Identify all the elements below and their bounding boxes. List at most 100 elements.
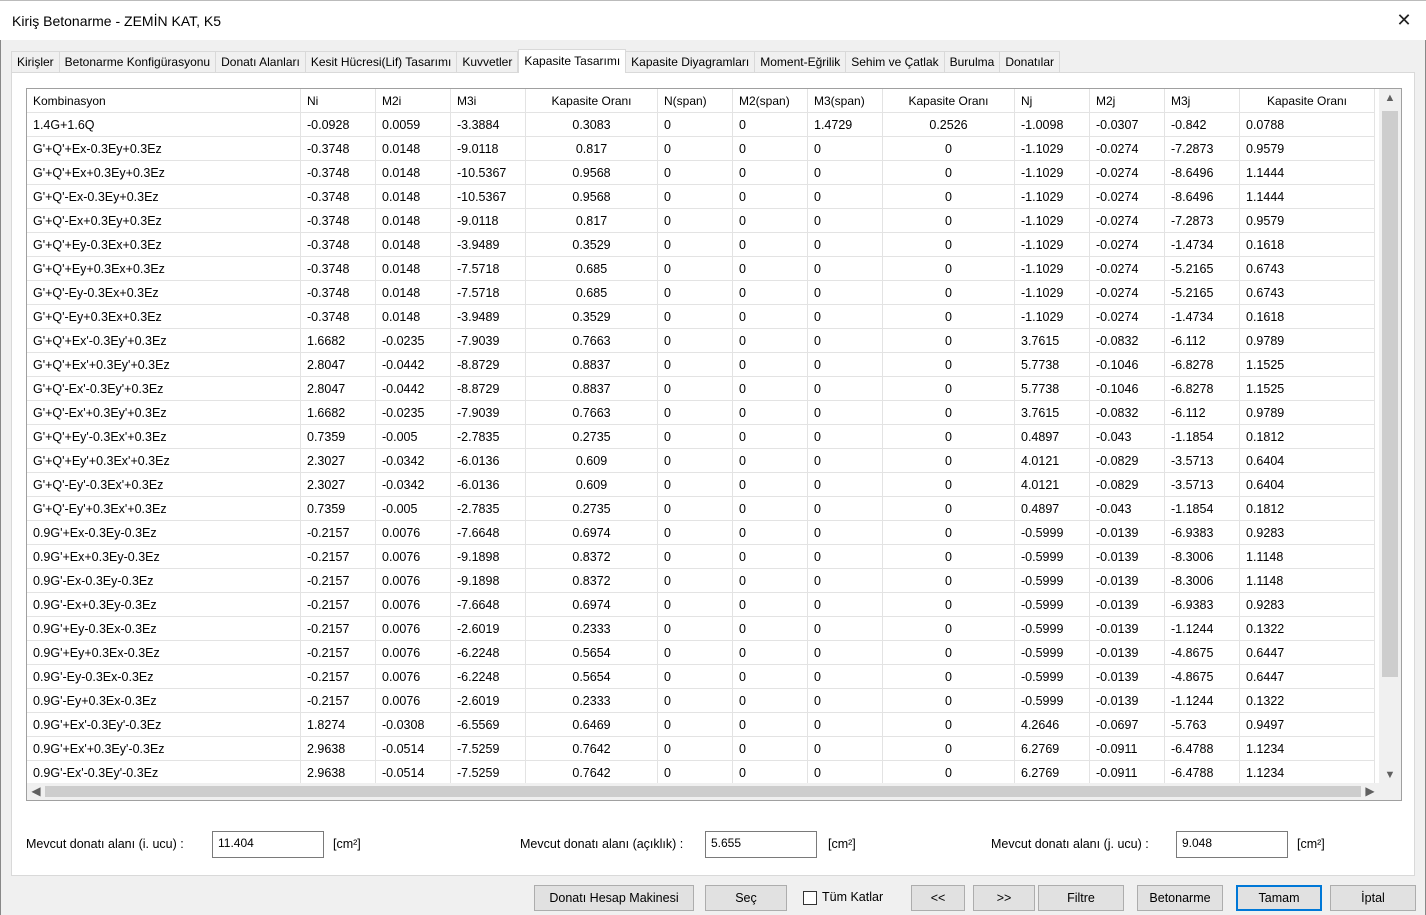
table-cell: 0 xyxy=(658,473,733,497)
tab-2[interactable]: Donatı Alanları xyxy=(216,51,306,73)
table-row[interactable]: 0.9G'-Ey+0.3Ex-0.3Ez -0.2157 0.0076 -2.6019… xyxy=(27,689,1379,713)
table-row[interactable]: 1.4G+1.6Q -0.0928 0.0059 -3.3884 0.3083 0 0 1.4… xyxy=(27,113,1379,137)
table-row[interactable]: G'+Q'+Ex'+0.3Ey'+0.3Ez 2.8047 -0.0442 -8.87… xyxy=(27,353,1379,377)
table-cell: -0.5999 xyxy=(1015,641,1090,665)
tab-8[interactable]: Sehim ve Çatlak xyxy=(846,51,945,73)
previous-button[interactable]: << xyxy=(911,885,965,911)
table-cell: 0 xyxy=(733,737,808,761)
table-cell: 0 xyxy=(658,377,733,401)
table-cell: -6.112 xyxy=(1165,329,1240,353)
vertical-scrollbar[interactable]: ▲ ▼ xyxy=(1379,89,1401,784)
table-cell: -0.0139 xyxy=(1090,521,1165,545)
table-row[interactable]: G'+Q'+Ex'-0.3Ey'+0.3Ez 1.6682 -0.0235 -7.90… xyxy=(27,329,1379,353)
table-row[interactable]: 0.9G'+Ex'+0.3Ey'-0.3Ez 2.9638 -0.0514 -7.52… xyxy=(27,737,1379,761)
tab-4[interactable]: Kuvvetler xyxy=(457,51,519,73)
scroll-right-icon[interactable]: ▶ xyxy=(1361,783,1379,800)
table-cell: -0.1046 xyxy=(1090,377,1165,401)
table-cell: -0.0139 xyxy=(1090,545,1165,569)
table-row[interactable]: G'+Q'+Ey-0.3Ex+0.3Ez -0.3748 0.0148 -3.9489… xyxy=(27,233,1379,257)
table-row[interactable]: G'+Q'+Ex-0.3Ey+0.3Ez -0.3748 0.0148 -9.0118… xyxy=(27,137,1379,161)
table-row[interactable]: 0.9G'-Ex'-0.3Ey'-0.3Ez 2.9638 -0.0514 -7.52… xyxy=(27,761,1379,784)
scroll-up-icon[interactable]: ▲ xyxy=(1379,89,1401,107)
table-cell: 0 xyxy=(733,233,808,257)
table-cell: 5.7738 xyxy=(1015,353,1090,377)
table-cell: 0.9G'-Ey+0.3Ex-0.3Ez xyxy=(27,689,301,713)
table-cell: -8.3006 xyxy=(1165,569,1240,593)
table-row[interactable]: 0.9G'+Ey-0.3Ex-0.3Ez -0.2157 0.0076 -2.6019… xyxy=(27,617,1379,641)
ok-button[interactable]: Tamam xyxy=(1236,885,1322,911)
horizontal-scrollbar[interactable]: ◀ ▶ xyxy=(27,783,1379,800)
tab-10[interactable]: Donatılar xyxy=(1000,51,1061,73)
table-cell: 0 xyxy=(733,329,808,353)
table-cell: -0.5999 xyxy=(1015,665,1090,689)
next-button[interactable]: >> xyxy=(973,885,1035,911)
table-cell: -3.9489 xyxy=(451,233,526,257)
table-row[interactable]: G'+Q'-Ex+0.3Ey+0.3Ez -0.3748 0.0148 -9.0118… xyxy=(27,209,1379,233)
table-cell: -7.2873 xyxy=(1165,209,1240,233)
table-row[interactable]: 0.9G'+Ex+0.3Ey-0.3Ez -0.2157 0.0076 -9.1898… xyxy=(27,545,1379,569)
table-cell: 0.9789 xyxy=(1240,401,1375,425)
scroll-left-icon[interactable]: ◀ xyxy=(27,783,45,800)
table-cell: -1.1029 xyxy=(1015,305,1090,329)
table-cell: -0.043 xyxy=(1090,425,1165,449)
table-cell: -4.8675 xyxy=(1165,665,1240,689)
tab-5[interactable]: Kapasite Tasarımı xyxy=(518,49,627,73)
table-cell: 0.0788 xyxy=(1240,113,1375,137)
table-row[interactable]: 0.9G'+Ey+0.3Ex-0.3Ez -0.2157 0.0076 -6.2248… xyxy=(27,641,1379,665)
table-row[interactable]: G'+Q'+Ey'-0.3Ex'+0.3Ez 0.7359 -0.005 -2.783… xyxy=(27,425,1379,449)
table-cell: 0 xyxy=(883,281,1015,305)
table-cell: -0.0307 xyxy=(1090,113,1165,137)
tab-0[interactable]: Kirişler xyxy=(11,51,60,73)
tab-3[interactable]: Kesit Hücresi(Lif) Tasarımı xyxy=(305,51,458,73)
table-row[interactable]: G'+Q'-Ex-0.3Ey+0.3Ez -0.3748 0.0148 -10.536… xyxy=(27,185,1379,209)
table-cell: 0.8372 xyxy=(526,569,658,593)
table-row[interactable]: G'+Q'-Ey'-0.3Ex'+0.3Ez 2.3027 -0.0342 -6.01… xyxy=(27,473,1379,497)
table-row[interactable]: G'+Q'-Ey'+0.3Ex'+0.3Ez 0.7359 -0.005 -2.783… xyxy=(27,497,1379,521)
select-button[interactable]: Seç xyxy=(705,885,787,911)
concrete-button[interactable]: Betonarme xyxy=(1137,885,1223,911)
table-row[interactable]: G'+Q'-Ex'+0.3Ey'+0.3Ez 1.6682 -0.0235 -7.90… xyxy=(27,401,1379,425)
all-floors-label[interactable]: Tüm Katlar xyxy=(822,890,883,904)
table-cell: 0 xyxy=(733,761,808,784)
table-row[interactable]: 0.9G'-Ey-0.3Ex-0.3Ez -0.2157 0.0076 -6.2248… xyxy=(27,665,1379,689)
tab-7[interactable]: Moment-Eğrilik xyxy=(755,51,847,73)
table-cell: -0.0274 xyxy=(1090,257,1165,281)
table-row[interactable]: G'+Q'-Ey+0.3Ex+0.3Ez -0.3748 0.0148 -3.9489… xyxy=(27,305,1379,329)
table-cell: -6.112 xyxy=(1165,401,1240,425)
cancel-button[interactable]: İptal xyxy=(1330,885,1416,911)
span-area-field[interactable]: 5.655 xyxy=(705,831,817,858)
table-row[interactable]: G'+Q'-Ey-0.3Ex+0.3Ez -0.3748 0.0148 -7.5718… xyxy=(27,281,1379,305)
reinforcement-calculator-button[interactable]: Donatı Hesap Makinesi xyxy=(534,885,694,911)
table-cell: 0.0059 xyxy=(376,113,451,137)
table-row[interactable]: 0.9G'-Ex+0.3Ey-0.3Ez -0.2157 0.0076 -7.6648… xyxy=(27,593,1379,617)
table-row[interactable]: G'+Q'+Ey+0.3Ex+0.3Ez -0.3748 0.0148 -7.5718… xyxy=(27,257,1379,281)
table-row[interactable]: G'+Q'+Ex+0.3Ey+0.3Ez -0.3748 0.0148 -10.536… xyxy=(27,161,1379,185)
close-icon[interactable]: ✕ xyxy=(1392,9,1416,33)
all-floors-checkbox[interactable] xyxy=(803,891,817,905)
table-cell: 0.9579 xyxy=(1240,209,1375,233)
table-cell: 0 xyxy=(883,689,1015,713)
table-row[interactable]: 0.9G'+Ex'-0.3Ey'-0.3Ez 1.8274 -0.0308 -6.55… xyxy=(27,713,1379,737)
i-end-area-field[interactable]: 11.404 xyxy=(212,831,324,858)
tab-6[interactable]: Kapasite Diyagramları xyxy=(626,51,756,73)
scroll-down-icon[interactable]: ▼ xyxy=(1379,766,1401,784)
table-cell: 0 xyxy=(808,641,883,665)
horizontal-scroll-thumb[interactable] xyxy=(45,786,1361,797)
table-row[interactable]: G'+Q'-Ex'-0.3Ey'+0.3Ez 2.8047 -0.0442 -8.87… xyxy=(27,377,1379,401)
table-cell: 0 xyxy=(733,257,808,281)
j-end-area-field[interactable]: 9.048 xyxy=(1176,831,1288,858)
filter-button[interactable]: Filtre xyxy=(1038,885,1124,911)
tab-1[interactable]: Betonarme Konfigürasyonu xyxy=(59,51,217,73)
table-cell: 2.9638 xyxy=(301,737,376,761)
table-row[interactable]: 0.9G'-Ex-0.3Ey-0.3Ez -0.2157 0.0076 -9.1898… xyxy=(27,569,1379,593)
table-cell: -6.4788 xyxy=(1165,761,1240,784)
table-row[interactable]: 0.9G'+Ex-0.3Ey-0.3Ez -0.2157 0.0076 -7.6648… xyxy=(27,521,1379,545)
vertical-scroll-thumb[interactable] xyxy=(1382,111,1398,677)
table-row[interactable]: G'+Q'+Ey'+0.3Ex'+0.3Ez 2.3027 -0.0342 -6.01… xyxy=(27,449,1379,473)
table-cell: 0.6469 xyxy=(526,713,658,737)
tab-9[interactable]: Burulma xyxy=(944,51,1001,73)
table-cell: -0.0274 xyxy=(1090,233,1165,257)
table-cell: -6.0136 xyxy=(451,473,526,497)
table-header-row: Kombinasyon Ni M2i M3i Kapasite Oranı N(span)… xyxy=(27,89,1379,113)
table-cell: 0.1618 xyxy=(1240,233,1375,257)
